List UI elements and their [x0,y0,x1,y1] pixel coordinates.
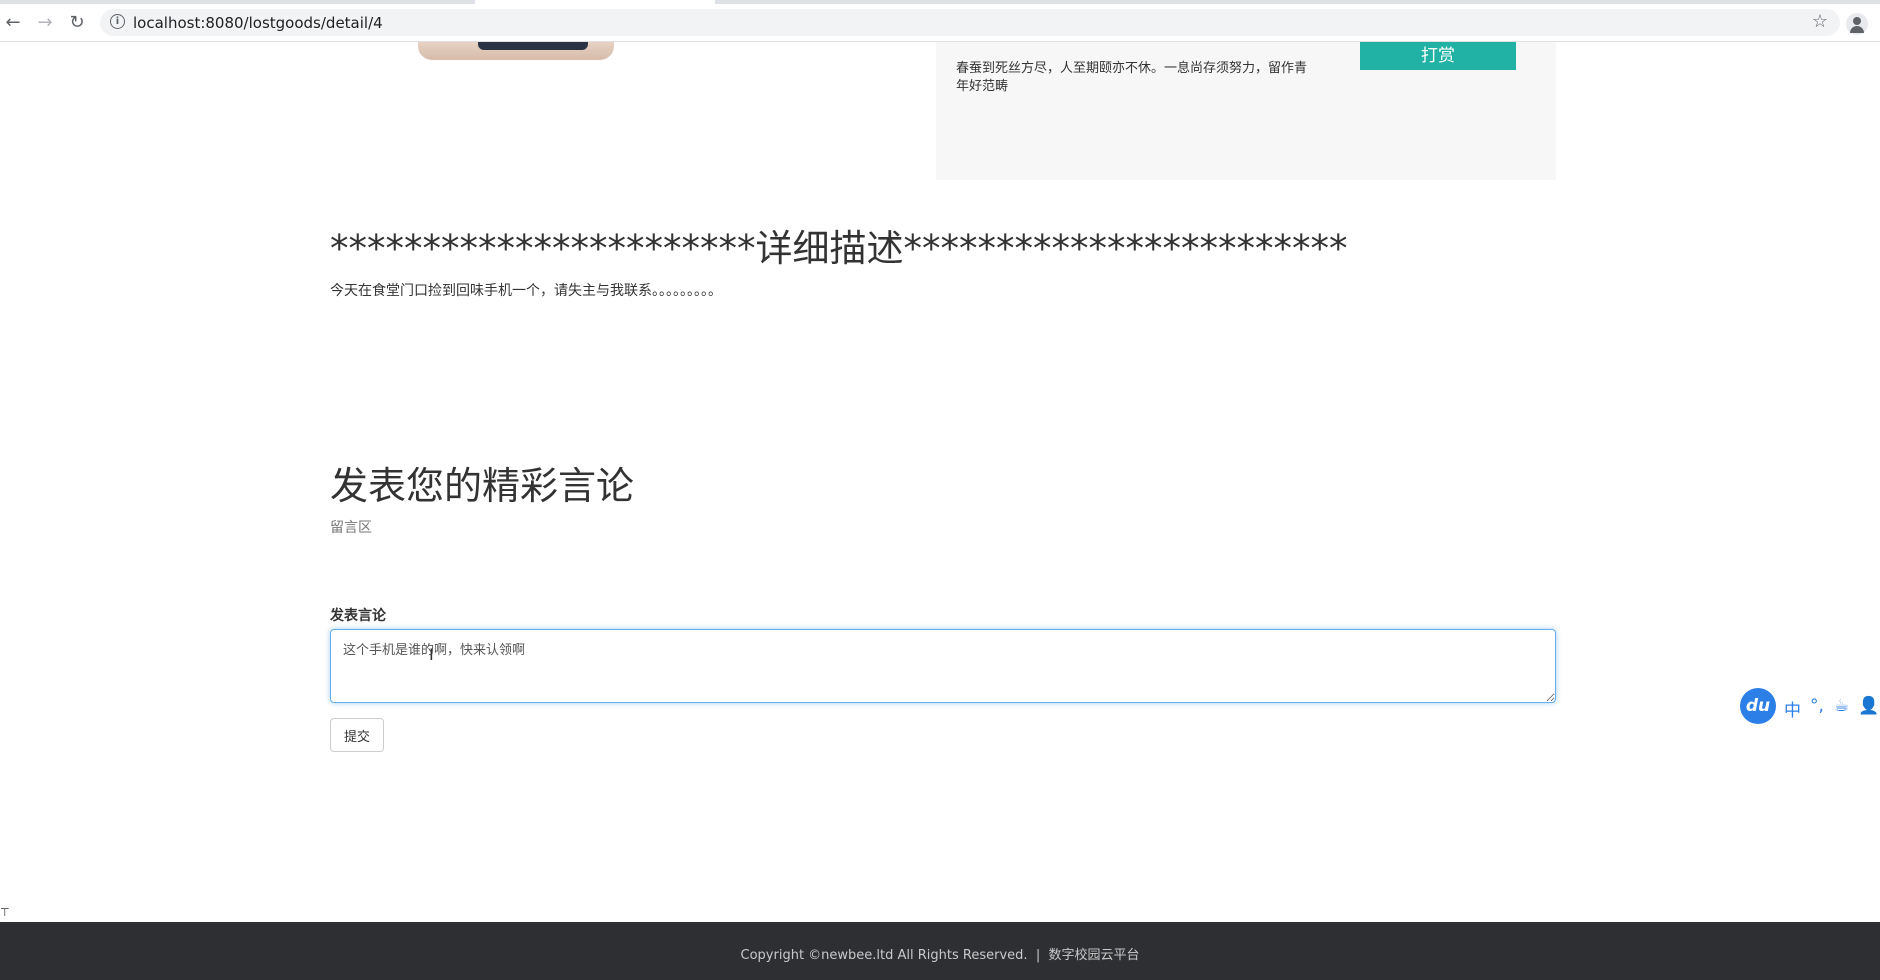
address-bar[interactable]: i localhost:8080/lostgoods/detail/4 ☆ [100,9,1840,36]
footer-text: Copyright ©newbee.ltd All Rights Reserve… [0,944,1880,963]
ime-skin-icon[interactable]: ☕ [1834,696,1849,716]
comment-textarea[interactable]: 这个手机是谁的啊，快来认领啊 [330,629,1556,703]
footer-separator: | [1035,948,1041,963]
browser-toolbar: ← → ↻ i localhost:8080/lostgoods/detail/… [0,4,1880,42]
footer: Copyright ©newbee.ltd All Rights Reserve… [0,922,1880,980]
info-icon[interactable]: i [110,14,125,29]
info-panel: 打赏 春蚕到死丝方尽，人至期颐亦不休。一息尚存须努力，留作青年好范畴 [936,42,1556,180]
copyright-text: Copyright ©newbee.ltd All Rights Reserve… [740,948,1028,963]
ime-logo-icon[interactable]: du [1740,688,1776,724]
back-arrow-icon[interactable]: ← [2,12,24,34]
reward-button[interactable]: 打赏 [1360,42,1516,70]
ime-chinese-mode[interactable]: 中 [1784,696,1801,721]
comments-subtitle: 留言区 [330,520,372,536]
comment-label: 发表言论 [330,608,386,624]
forward-arrow-icon[interactable]: → [34,12,56,34]
motto-text: 春蚕到死丝方尽，人至期颐亦不休。一息尚存须努力，留作青年好范畴 [956,61,1308,94]
text-cursor-icon: I [429,645,434,664]
star-icon[interactable]: ☆ [1812,11,1828,32]
comments-title: 发表您的精彩言论 [330,464,635,508]
product-image [418,42,614,60]
reload-icon[interactable]: ↻ [66,12,88,34]
ime-toolbar: du 中 °, ☕ 👤 [1740,688,1880,724]
description-heading: ***********************详细描述*************… [330,227,1348,270]
profile-icon[interactable] [1846,13,1868,35]
description-text: 今天在食堂门口捡到回味手机一个，请失主与我联系。。。。。。。。。 [330,283,722,299]
edge-cursor-icon: ⊤ [0,906,10,919]
url-text[interactable]: localhost:8080/lostgoods/detail/4 [133,14,383,32]
ime-user-icon[interactable]: 👤 [1858,696,1879,716]
submit-button[interactable]: 提交 [330,718,384,752]
ime-punctuation-icon[interactable]: °, [1810,696,1824,716]
footer-link[interactable]: 数字校园云平台 [1048,948,1139,963]
